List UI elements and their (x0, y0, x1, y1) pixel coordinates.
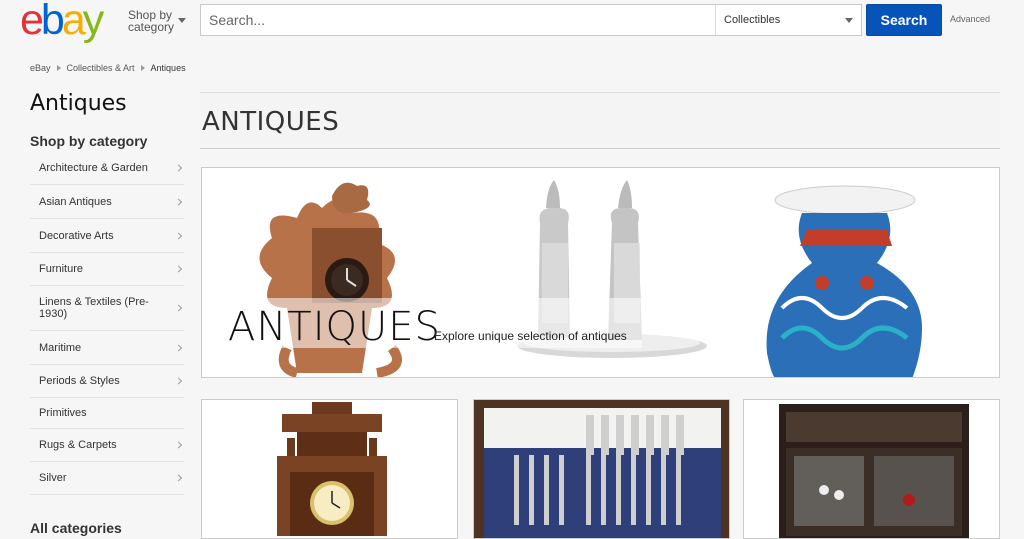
chevron-down-icon (845, 18, 853, 23)
advanced-search-link[interactable]: Advanced (950, 14, 990, 24)
chevron-right-icon (174, 265, 183, 273)
all-categories-heading: All categories (30, 520, 122, 536)
breadcrumb: eBay Collectibles & Art Antiques (30, 63, 186, 73)
logo-letter: b (40, 0, 65, 44)
hero-title: ANTIQUES (228, 304, 441, 350)
sidebar-item[interactable]: Rugs & Carpets (30, 429, 184, 462)
breadcrumb-item-collectibles[interactable]: Collectibles & Art (67, 63, 135, 73)
sidebar-item[interactable]: Primitives (30, 398, 184, 429)
category-label: category (128, 20, 175, 34)
sidebar-item-label: Silver (39, 472, 67, 484)
hero-subtitle: Explore unique selection of antiques (434, 329, 627, 343)
chevron-right-icon (174, 441, 183, 449)
search-button[interactable]: Search (866, 4, 942, 36)
page-title: ANTIQUES (202, 107, 340, 137)
shop-by-category-button[interactable]: Shop by category (128, 9, 174, 33)
chevron-right-icon (174, 343, 183, 352)
product-tile-clock[interactable] (201, 399, 458, 539)
hero-banner[interactable]: ANTIQUES Explore unique selection of ant… (201, 167, 1000, 378)
chevron-down-icon[interactable] (178, 18, 186, 23)
search-bar: Collectibles (200, 4, 862, 36)
chevron-right-icon (174, 164, 183, 172)
sidebar-item[interactable]: Maritime (30, 331, 184, 365)
sidebar-item[interactable]: Silver (30, 462, 184, 495)
ceramic-vase-image (766, 185, 922, 377)
chevron-right-icon (174, 474, 183, 482)
breadcrumb-item-ebay[interactable]: eBay (30, 63, 51, 73)
product-tile-cutlery[interactable] (473, 399, 730, 539)
page-title-bar: ANTIQUES (200, 92, 1000, 149)
silver-cutlery-set-image (474, 400, 729, 538)
sidebar-item-label: Maritime (39, 341, 82, 354)
sidebar-item-label: Primitives (39, 407, 87, 419)
sidebar-item[interactable]: Linens & Textiles (Pre-1930) (30, 286, 184, 331)
sidebar-item[interactable]: Periods & Styles (30, 365, 184, 398)
chevron-right-icon (174, 304, 183, 312)
sidebar-item-label: Asian Antiques (39, 195, 112, 208)
category-select[interactable]: Collectibles (715, 5, 861, 35)
sidebar-item-label: Periods & Styles (39, 375, 120, 387)
chevron-right-icon (140, 65, 145, 71)
chevron-right-icon (174, 377, 183, 385)
sidebar-item[interactable]: Asian Antiques (30, 185, 184, 219)
breadcrumb-item-current: Antiques (150, 63, 186, 73)
chevron-right-icon (56, 65, 61, 71)
chevron-right-icon (174, 197, 183, 206)
sidebar-item-label: Architecture & Garden (39, 162, 148, 174)
sidebar-item-label: Rugs & Carpets (39, 439, 117, 451)
logo-letter: e (20, 0, 44, 44)
category-list: Architecture & Garden Asian Antiques Decor… (30, 152, 184, 495)
search-input[interactable] (201, 5, 715, 35)
antique-clock-image (277, 402, 387, 536)
sidebar-item[interactable]: Architecture & Garden (30, 152, 184, 185)
header: ebay Shop by category Collectibles Searc… (0, 0, 1024, 44)
chevron-right-icon (174, 231, 183, 240)
sidebar-title: Antiques (30, 91, 127, 116)
sidebar-subtitle: Shop by category (30, 133, 148, 149)
sidebar-item[interactable]: Decorative Arts (30, 219, 184, 253)
ebay-logo[interactable]: ebay (20, 0, 104, 44)
sidebar-item-label: Furniture (39, 263, 84, 275)
sidebar-item[interactable]: Furniture (30, 253, 184, 286)
logo-letter: a (61, 0, 86, 44)
sidebar-item-label: Decorative Arts (39, 229, 114, 242)
product-tile-cabinet[interactable] (743, 399, 1000, 539)
category-select-value: Collectibles (724, 14, 781, 26)
logo-letter: y (82, 0, 104, 44)
sidebar-item-label: Linens & Textiles (Pre-1930) (39, 296, 149, 320)
antique-cabinet-image (779, 404, 969, 538)
